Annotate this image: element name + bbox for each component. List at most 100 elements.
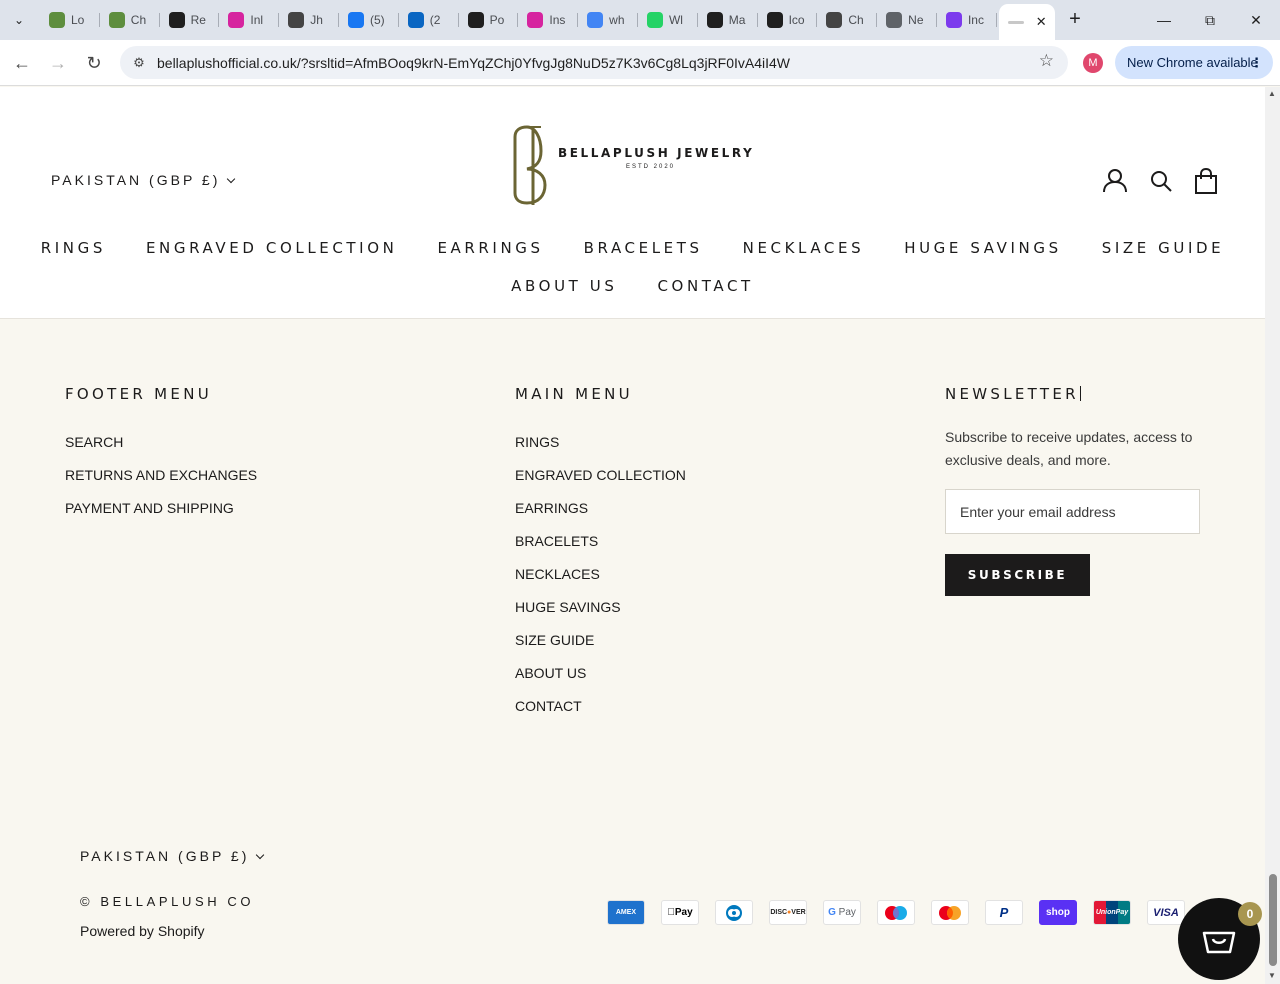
back-button[interactable]: ← <box>7 48 37 78</box>
url-text[interactable]: bellaplushofficial.co.uk/?srsltid=AfmBOo… <box>157 55 790 71</box>
site-logo[interactable]: BELLAPLUSH JEWELRY ESTD 2020 <box>505 123 755 207</box>
browser-tab[interactable]: (2 <box>399 4 459 36</box>
more-menu-icon[interactable]: ⋮ <box>1250 46 1263 79</box>
newsletter-column: NEWSLETTER Subscribe to receive updates,… <box>945 385 1200 596</box>
subscribe-button[interactable]: SUBSCRIBE <box>945 554 1090 596</box>
nav-link-about-us[interactable]: ABOUT US <box>491 272 637 300</box>
minimize-button[interactable]: — <box>1141 6 1187 34</box>
profile-avatar[interactable]: M <box>1083 53 1103 73</box>
reload-button[interactable]: ↻ <box>79 48 109 78</box>
main-menu-link-rings[interactable]: RINGS <box>515 426 686 459</box>
instagram-icon <box>228 12 245 28</box>
main-menu-link-engraved-collection[interactable]: ENGRAVED COLLECTION <box>515 459 686 492</box>
shop-pay-icon: shop <box>1039 900 1077 925</box>
main-menu-link-bracelets[interactable]: BRACELETS <box>515 525 686 558</box>
shopping-bag-icon[interactable] <box>1193 168 1219 194</box>
scroll-up-arrow-icon[interactable]: ▲ <box>1268 89 1276 98</box>
site-header: PAKISTAN (GBP £) BELLAPLUSH JEWELRY ESTD… <box>0 87 1265 319</box>
browser-tab[interactable]: Ins <box>518 4 578 36</box>
browser-tab[interactable]: Inc <box>937 4 997 36</box>
main-menu-link-about-us[interactable]: ABOUT US <box>515 657 686 690</box>
bellaplush-monogram-icon <box>513 125 547 205</box>
search-icon[interactable] <box>1148 168 1174 194</box>
browser-tab[interactable]: Ne <box>877 4 937 36</box>
browser-tab[interactable]: Lo <box>40 4 100 36</box>
footer-link-returns-and-exchanges[interactable]: RETURNS AND EXCHANGES <box>65 459 257 492</box>
google-icon <box>587 12 604 28</box>
forward-button[interactable]: → <box>43 48 73 78</box>
main-menu-links: RINGS ENGRAVED COLLECTION EARRINGS BRACELET… <box>515 426 686 723</box>
footer-link-payment-and-shipping[interactable]: PAYMENT AND SHIPPING <box>65 492 257 525</box>
browser-tab[interactable]: Ch <box>817 4 877 36</box>
tab-search-chevron-icon[interactable]: ⌄ <box>6 7 32 33</box>
newsletter-title: NEWSLETTER <box>945 385 1079 403</box>
browser-tab[interactable]: Inl <box>219 4 279 36</box>
payment-icons: AMEX Pay DISC●VER G Pay P shop UnionPay… <box>607 900 1185 925</box>
maestro-icon <box>877 900 915 925</box>
footer-country-selector[interactable]: PAKISTAN (GBP £) <box>80 848 265 864</box>
cart-basket-icon <box>1202 931 1236 954</box>
nav-link-rings[interactable]: RINGS <box>21 234 126 262</box>
footer-link-search[interactable]: SEARCH <box>65 426 257 459</box>
new-tab-button[interactable]: + <box>1063 8 1087 32</box>
loading-favicon-icon <box>1007 20 1024 24</box>
browser-tab[interactable]: Po <box>459 4 519 36</box>
country-label: PAKISTAN (GBP £) <box>51 172 221 188</box>
logo-wordmark: BELLAPLUSH JEWELRY <box>558 146 755 160</box>
browser-toolbar: ← → ↻ ⚙ bellaplushofficial.co.uk/?srslti… <box>0 40 1280 86</box>
tab-title: Ico <box>788 13 805 27</box>
browser-tab-strip: ⌄ Lo Ch Re Inl Jh (5) (2 Po Ins wh Wl Ma Ico Ch Ne Inc ✕… <box>0 0 1280 40</box>
country-selector[interactable]: PAKISTAN (GBP £) <box>51 172 236 188</box>
facebook-icon <box>347 12 364 28</box>
main-menu-link-size-guide[interactable]: SIZE GUIDE <box>515 624 686 657</box>
footer-country-label: PAKISTAN (GBP £) <box>80 848 250 864</box>
browser-tab[interactable]: Re <box>160 4 220 36</box>
cart-count-badge: 0 <box>1238 902 1262 926</box>
nav-link-contact[interactable]: CONTACT <box>637 272 773 300</box>
chevron-down-icon <box>227 174 236 184</box>
restore-button[interactable]: ⧉ <box>1187 6 1233 34</box>
tab-title: Inc <box>967 13 984 27</box>
nav-link-size-guide[interactable]: SIZE GUIDE <box>1082 234 1245 262</box>
tab-title: Ne <box>908 13 924 27</box>
address-bar[interactable]: ⚙ bellaplushofficial.co.uk/?srsltid=AfmB… <box>120 46 1068 79</box>
tab-title: Lo <box>71 13 85 27</box>
nav-link-huge-savings[interactable]: HUGE SAVINGS <box>884 234 1081 262</box>
scrollbar-thumb[interactable] <box>1269 874 1277 966</box>
main-menu-link-contact[interactable]: CONTACT <box>515 690 686 723</box>
browser-tab[interactable]: Ch <box>100 4 160 36</box>
browser-tab[interactable]: Ma <box>698 4 758 36</box>
tab-title: Ch <box>848 13 864 27</box>
browser-tab[interactable]: Jh <box>279 4 339 36</box>
bookmark-star-icon[interactable]: ☆ <box>1039 51 1054 71</box>
browser-tab-active[interactable]: ✕ <box>998 4 1055 40</box>
powered-by-shopify-link[interactable]: Powered by Shopify <box>80 923 205 939</box>
tab-title: Ma <box>728 13 746 27</box>
main-menu-link-huge-savings[interactable]: HUGE SAVINGS <box>515 591 686 624</box>
browser-tab[interactable]: wh <box>578 4 638 36</box>
browser-tab[interactable]: Ico <box>758 4 818 36</box>
browser-tab[interactable]: (5) <box>339 4 399 36</box>
openai-icon <box>766 12 783 28</box>
chrome-update-button[interactable]: New Chrome available ⋮ <box>1115 46 1273 79</box>
close-tab-icon[interactable]: ✕ <box>1036 14 1047 30</box>
nav-link-bracelets[interactable]: BRACELETS <box>564 234 723 262</box>
site-info-icon[interactable]: ⚙ <box>128 52 150 74</box>
scroll-down-arrow-icon[interactable]: ▼ <box>1268 971 1276 980</box>
tab-title: Ch <box>130 13 147 27</box>
nav-link-engraved-collection[interactable]: ENGRAVED COLLECTION <box>126 234 417 262</box>
account-icon[interactable] <box>1102 168 1128 194</box>
newsletter-email-input[interactable] <box>945 489 1200 534</box>
nav-link-earrings[interactable]: EARRINGS <box>417 234 563 262</box>
main-menu-link-earrings[interactable]: EARRINGS <box>515 492 686 525</box>
ms-logo-icon <box>826 12 843 28</box>
browser-tab[interactable]: Wl <box>638 4 698 36</box>
main-menu-link-necklaces[interactable]: NECKLACES <box>515 558 686 591</box>
nav-link-necklaces[interactable]: NECKLACES <box>723 234 885 262</box>
close-window-button[interactable]: ✕ <box>1233 6 1279 34</box>
page-scrollbar[interactable]: ▲ ▼ <box>1265 87 1280 984</box>
linkedin-icon <box>407 12 424 28</box>
copyright: © BELLAPLUSH CO <box>80 894 255 909</box>
shopify-icon <box>108 12 125 28</box>
tab-title: (5) <box>369 13 385 27</box>
